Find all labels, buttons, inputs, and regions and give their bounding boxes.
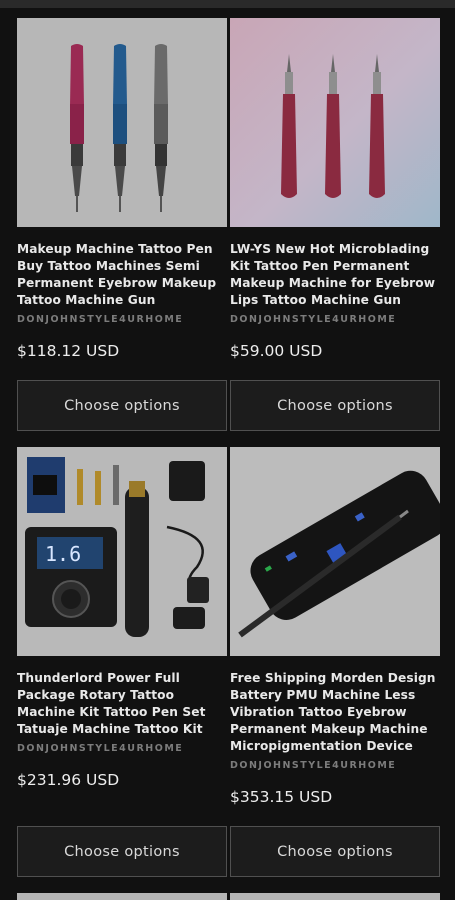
product-card: LW-YS New Hot Microblading Kit Tattoo Pe… — [230, 18, 440, 431]
choose-options-button[interactable]: Choose options — [230, 380, 440, 431]
product-vendor: DONJOHNSTYLE4URHOME — [17, 743, 184, 754]
product-price: $59.00 USD — [230, 342, 323, 360]
product-title[interactable]: LW-YS New Hot Microblading Kit Tattoo Pe… — [230, 241, 440, 309]
top-bar — [0, 0, 455, 8]
product-image[interactable] — [230, 18, 440, 227]
product-vendor: DONJOHNSTYLE4URHOME — [230, 760, 397, 771]
choose-options-button[interactable]: Choose options — [17, 826, 227, 877]
product-card: 1.6 Thunderlord Power Full Package Rotar… — [17, 447, 227, 877]
product-title[interactable]: Free Shipping Morden Design Battery PMU … — [230, 670, 440, 755]
product-image[interactable]: 1.6 — [17, 447, 227, 656]
power-supply-screen-text: 1.6 — [45, 542, 81, 566]
product-price: $353.15 USD — [230, 788, 333, 806]
product-price: $118.12 USD — [17, 342, 120, 360]
product-title[interactable]: Thunderlord Power Full Package Rotary Ta… — [17, 670, 227, 738]
product-card: Free Shipping Morden Design Battery PMU … — [230, 447, 440, 877]
product-vendor: DONJOHNSTYLE4URHOME — [17, 314, 184, 325]
product-card: Makeup Machine Tattoo Pen Buy Tattoo Mac… — [17, 18, 227, 431]
choose-options-button[interactable]: Choose options — [230, 826, 440, 877]
choose-options-button[interactable]: Choose options — [17, 380, 227, 431]
product-price: $231.96 USD — [17, 771, 120, 789]
product-vendor: DONJOHNSTYLE4URHOME — [230, 314, 397, 325]
next-row-image-peek — [17, 893, 227, 900]
product-image[interactable] — [17, 18, 227, 227]
next-row-image-peek — [230, 893, 440, 900]
product-image[interactable] — [230, 447, 440, 656]
product-title[interactable]: Makeup Machine Tattoo Pen Buy Tattoo Mac… — [17, 241, 227, 309]
